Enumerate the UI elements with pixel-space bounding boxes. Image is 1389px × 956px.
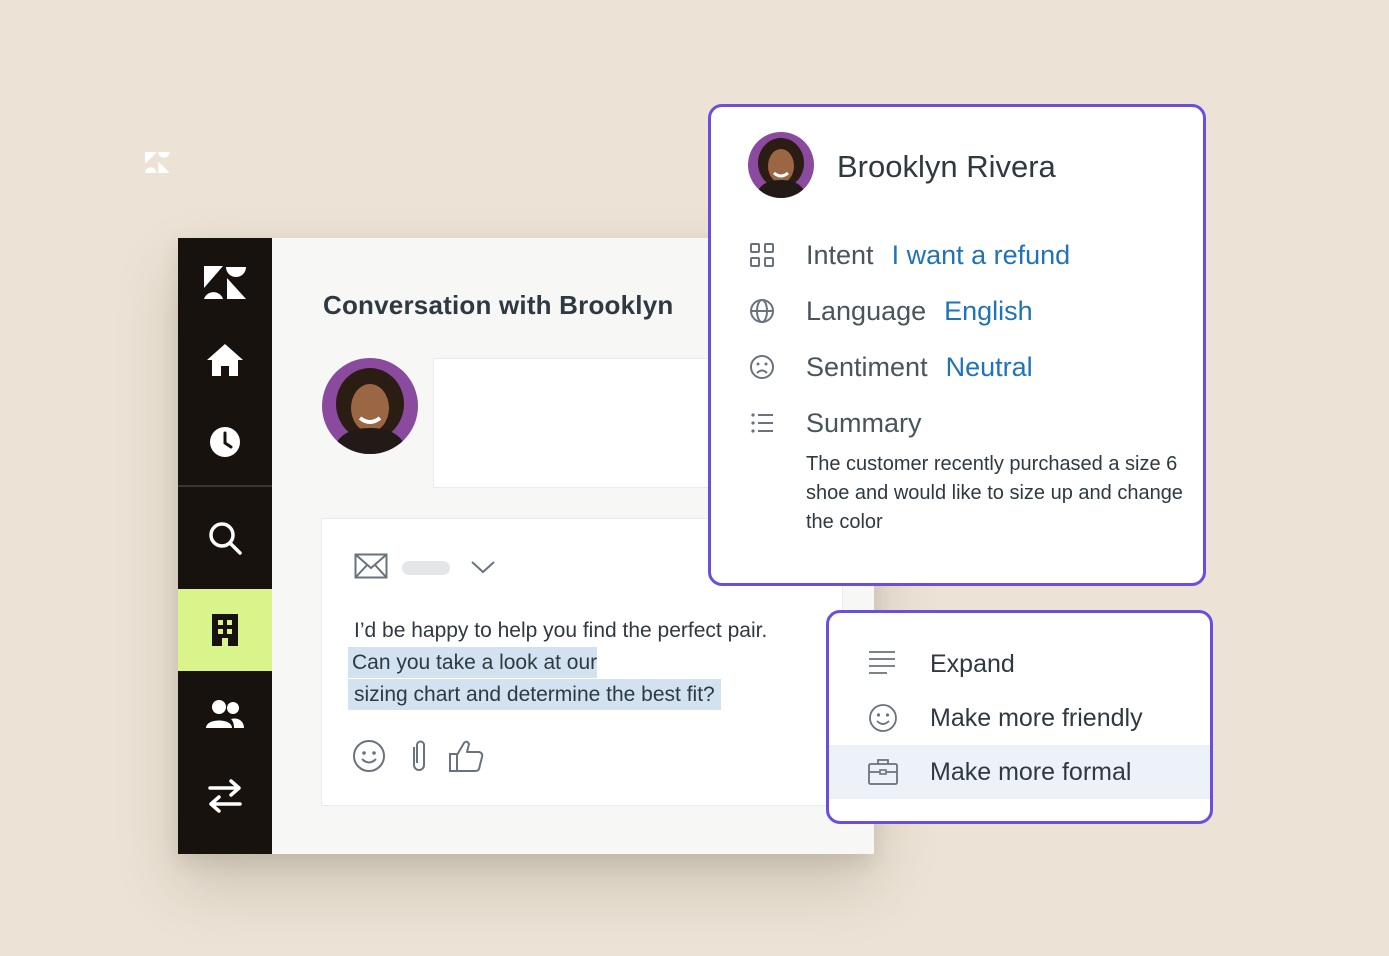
reply-text-plain: I’d be happy to help you find the perfec… <box>354 619 768 642</box>
list-icon <box>748 409 776 437</box>
sentiment-value[interactable]: Neutral <box>946 352 1033 383</box>
mail-icon[interactable] <box>354 553 388 579</box>
sidebar-logo[interactable] <box>178 248 272 318</box>
menu-item-label: Make more formal <box>930 757 1132 786</box>
building-icon <box>212 614 238 646</box>
frown-icon <box>748 353 776 381</box>
home-icon <box>207 344 243 376</box>
thumbs-up-icon[interactable] <box>448 739 484 773</box>
globe-icon <box>748 297 776 325</box>
grid-icon <box>748 241 776 269</box>
language-row: Language English <box>748 295 1033 327</box>
sentiment-row: Sentiment Neutral <box>748 351 1033 383</box>
briefcase-icon <box>868 759 898 785</box>
summary-label: Summary <box>806 407 922 438</box>
language-label: Language <box>806 295 927 326</box>
summary-text: The customer recently purchased a size 6… <box>806 453 1183 533</box>
search-icon <box>209 522 242 555</box>
customer-context-card: Brooklyn Rivera Intent I want a refund L… <box>708 104 1206 586</box>
smiley-icon <box>869 704 897 732</box>
clock-icon <box>210 427 240 457</box>
customer-avatar <box>322 358 418 454</box>
menu-item-label: Make more friendly <box>930 703 1143 732</box>
chevron-down-icon[interactable] <box>470 559 496 575</box>
menu-item-friendly[interactable]: Make more friendly <box>829 691 1210 745</box>
reply-text-selected-2: sizing chart and determine the best fit? <box>348 679 721 710</box>
summary-row: Summary <box>748 407 922 439</box>
sidebar-item-views[interactable] <box>178 410 272 474</box>
language-value[interactable]: English <box>944 296 1033 327</box>
intent-label: Intent <box>806 239 874 270</box>
sidebar-item-search[interactable] <box>178 503 272 573</box>
lines-icon <box>869 651 895 674</box>
channel-placeholder[interactable] <box>402 561 450 575</box>
page-title: Conversation with Brooklyn <box>323 290 674 320</box>
reply-text[interactable]: I’d be happy to help you find the perfec… <box>348 615 788 711</box>
zendesk-logo-icon <box>204 266 246 299</box>
customer-avatar <box>748 132 814 198</box>
zendesk-logo-icon <box>145 152 170 173</box>
users-icon <box>206 700 244 728</box>
sidebar-divider <box>178 485 272 487</box>
sidebar-item-home[interactable] <box>178 328 272 392</box>
menu-item-label: Expand <box>930 649 1015 678</box>
sidebar-item-organizations[interactable] <box>178 589 272 671</box>
sidebar <box>178 238 272 854</box>
paperclip-icon[interactable] <box>408 739 430 773</box>
customer-name: Brooklyn Rivera <box>837 149 1056 184</box>
sidebar-item-customers[interactable] <box>178 682 272 746</box>
transfer-arrows-icon <box>208 779 242 813</box>
intent-value[interactable]: I want a refund <box>892 240 1071 271</box>
intent-row: Intent I want a refund <box>748 239 1070 271</box>
sentiment-label: Sentiment <box>806 351 928 382</box>
menu-item-formal[interactable]: Make more formal <box>829 745 1210 799</box>
smiley-icon[interactable] <box>352 739 386 773</box>
ai-actions-menu: Expand Make more friendly Make more form… <box>826 610 1213 824</box>
sidebar-item-transfers[interactable] <box>178 764 272 828</box>
menu-item-expand[interactable]: Expand <box>829 637 1210 691</box>
reply-text-selected-1: Can you take a look at our <box>348 647 598 678</box>
